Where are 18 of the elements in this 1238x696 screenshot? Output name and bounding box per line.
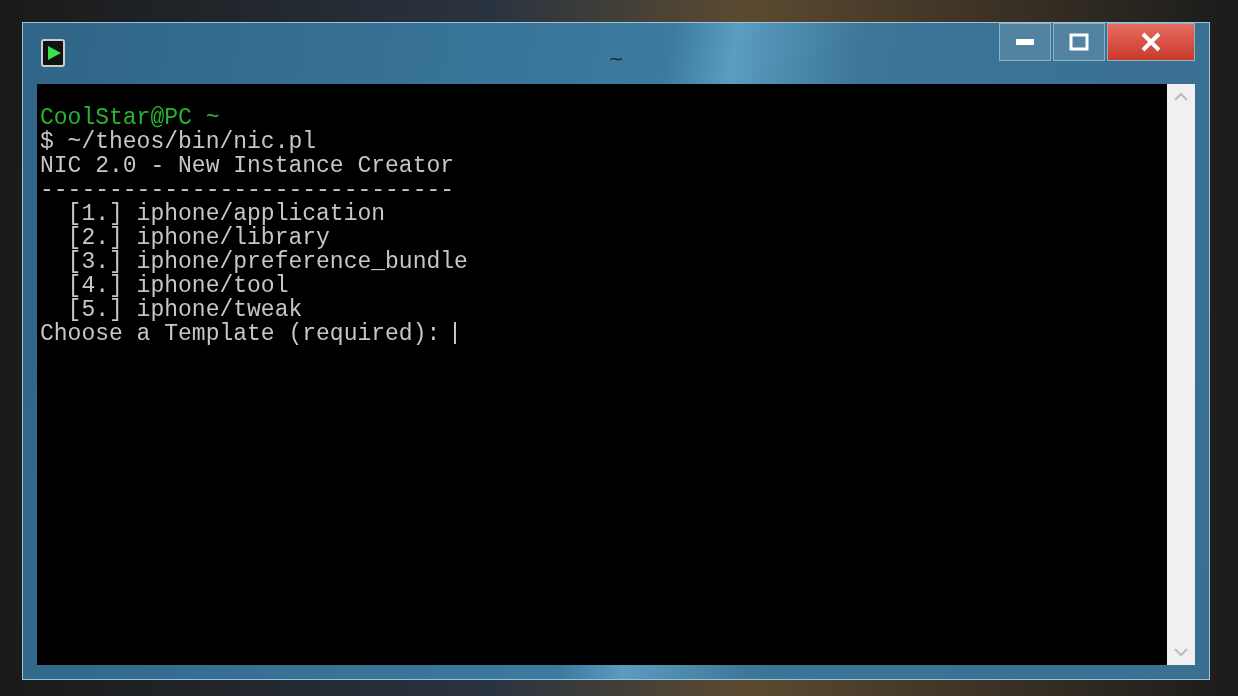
input-prompt: Choose a Template (required): bbox=[40, 321, 442, 347]
output-line: ------------------------------ bbox=[40, 177, 455, 203]
window-title: ~ bbox=[608, 48, 624, 69]
minimize-button[interactable] bbox=[999, 23, 1051, 61]
minimize-icon bbox=[1015, 38, 1035, 46]
terminal-icon[interactable] bbox=[41, 39, 67, 67]
prompt-line: CoolStar@PC ~ bbox=[40, 105, 220, 131]
output-line: $ ~/theos/bin/nic.pl bbox=[40, 129, 317, 155]
output-line: [2.] iphone/library bbox=[66, 225, 330, 251]
output-line: [4.] iphone/tool bbox=[66, 273, 289, 299]
output-line: [1.] iphone/application bbox=[66, 201, 386, 227]
close-button[interactable] bbox=[1107, 23, 1195, 61]
output-line: [5.] iphone/tweak bbox=[67, 297, 303, 323]
output-line: NIC 2.0 - New Instance Creator bbox=[40, 153, 455, 179]
maximize-icon bbox=[1069, 33, 1089, 51]
maximize-button[interactable] bbox=[1053, 23, 1105, 61]
output-line: [3.] iphone/preference_bundle bbox=[66, 249, 468, 275]
close-icon bbox=[1140, 32, 1162, 52]
